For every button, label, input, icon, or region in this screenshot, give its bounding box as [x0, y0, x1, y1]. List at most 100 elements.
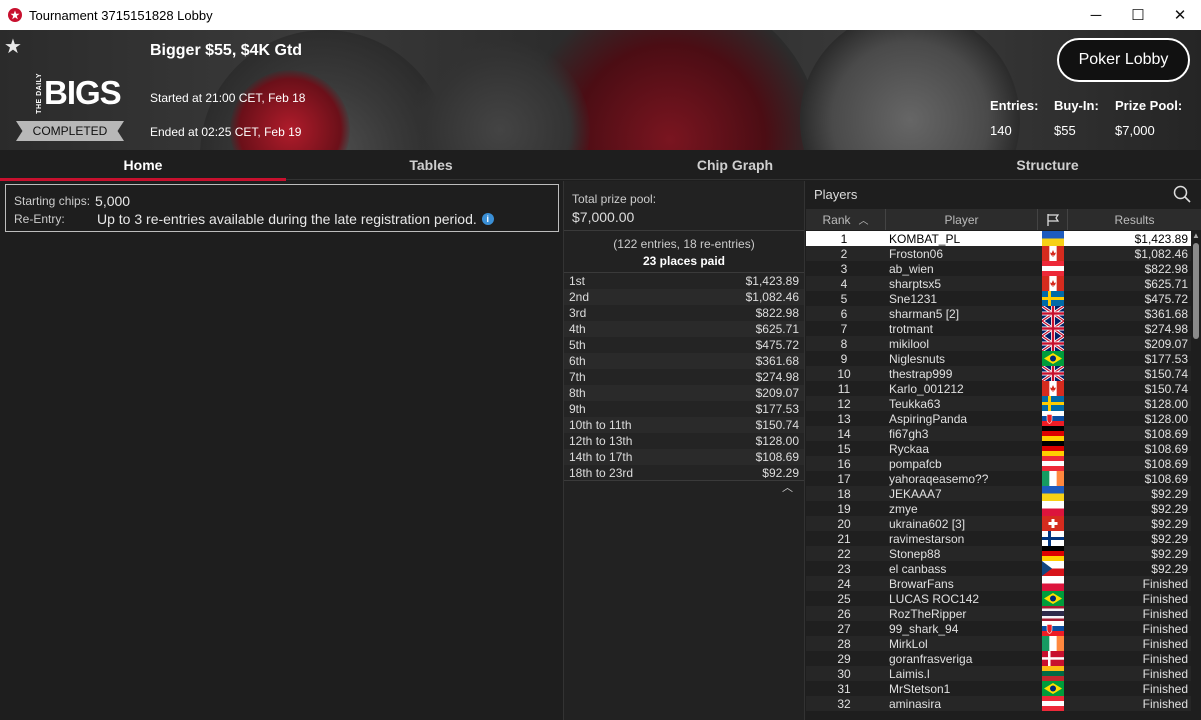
germany-flag-icon: [1040, 441, 1066, 456]
player-row[interactable]: 30 Laimis.l Finished: [806, 666, 1191, 681]
payout-place: 1st: [569, 274, 586, 288]
player-row[interactable]: 24 BrowarFans Finished: [806, 576, 1191, 591]
payout-amount: $274.98: [755, 370, 799, 384]
payout-row: 2nd $1,082.46: [564, 289, 804, 305]
player-row[interactable]: 27 99_shark_94 Finished: [806, 621, 1191, 636]
player-result: Finished: [1142, 666, 1188, 681]
payout-amount: $475.72: [755, 338, 799, 352]
starting-chips-row: Starting chips: 5,000: [14, 192, 550, 210]
player-rank: 10: [837, 366, 851, 381]
players-scrollbar[interactable]: ▲: [1191, 231, 1201, 720]
player-row[interactable]: 19 zmye $92.29: [806, 501, 1191, 516]
player-rank: 3: [840, 261, 848, 276]
payout-place: 18th to 23rd: [569, 466, 634, 480]
maximize-button[interactable]: ☐: [1117, 0, 1159, 30]
info-icon[interactable]: i: [481, 213, 494, 225]
payout-place: 10th to 11th: [569, 418, 632, 432]
player-row[interactable]: 23 el canbass $92.29: [806, 561, 1191, 576]
players-header: Players: [806, 181, 1201, 208]
player-name: 99_shark_94: [889, 621, 959, 636]
chevron-up-icon[interactable]: ︿: [782, 479, 793, 495]
player-row[interactable]: 20 ukraina602 [3] $92.29: [806, 516, 1191, 531]
players-list: 1 KOMBAT_PL $1,423.89 2 Froston06 $1,082.46 3 a…: [806, 231, 1191, 711]
austria-flag-icon: [1040, 261, 1066, 276]
player-row[interactable]: 13 AspiringPanda $128.00: [806, 411, 1191, 426]
payout-amount: $361.68: [755, 354, 799, 368]
player-row[interactable]: 26 RozTheRipper Finished: [806, 606, 1191, 621]
results-column-header[interactable]: Results: [1068, 209, 1201, 230]
player-row[interactable]: 7 trotmant $274.98: [806, 321, 1191, 336]
rank-column-header[interactable]: Rank ︿: [806, 209, 886, 230]
player-row[interactable]: 22 Stonep88 $92.29: [806, 546, 1191, 561]
player-row[interactable]: 2 Froston06 $1,082.46: [806, 246, 1191, 261]
entries-value: 140: [990, 123, 1012, 138]
poland-flag-icon: [1040, 501, 1066, 516]
scroll-up-icon[interactable]: ▲: [1192, 231, 1200, 240]
player-name: pompafcb: [889, 456, 942, 471]
player-name: Karlo_001212: [889, 381, 964, 396]
slovakia-flag-icon: [1040, 411, 1066, 426]
poker-lobby-button[interactable]: Poker Lobby: [1057, 38, 1190, 82]
germany-flag-icon: [1040, 546, 1066, 561]
tournament-info-box: Starting chips: 5,000 Re-Entry: Up to 3 …: [5, 184, 559, 232]
player-row[interactable]: 1 KOMBAT_PL $1,423.89: [806, 231, 1191, 246]
player-row[interactable]: 3 ab_wien $822.98: [806, 261, 1191, 276]
prizepool-label: Prize Pool:: [1115, 98, 1183, 113]
tab-tables[interactable]: Tables: [286, 150, 576, 180]
player-result: $92.29: [1151, 561, 1188, 576]
search-icon[interactable]: [1173, 185, 1191, 203]
austria-flag-icon: [1040, 456, 1066, 471]
starting-chips-label: Starting chips:: [14, 194, 91, 208]
player-row[interactable]: 21 ravimestarson $92.29: [806, 531, 1191, 546]
thailand-flag-icon: [1040, 606, 1066, 621]
payout-row: 3rd $822.98: [564, 305, 804, 321]
tournament-header: ★ THE DAILY BIGS COMPLETED Bigger $55, $…: [0, 30, 1201, 150]
flag-column-header[interactable]: [1038, 209, 1068, 230]
player-row[interactable]: 31 MrStetson1 Finished: [806, 681, 1191, 696]
player-name: Ryckaa: [889, 441, 930, 456]
tab-home[interactable]: Home: [0, 150, 286, 181]
player-row[interactable]: 28 MirkLol Finished: [806, 636, 1191, 651]
minimize-button[interactable]: ─: [1075, 0, 1117, 30]
favorite-star-icon[interactable]: ★: [4, 34, 22, 59]
player-column-header[interactable]: Player: [886, 209, 1038, 230]
player-row[interactable]: 29 goranfrasveriga Finished: [806, 651, 1191, 666]
payout-amount: $625.71: [755, 322, 799, 336]
switzerland-flag-icon: [1040, 516, 1066, 531]
prizepool-value: $7,000: [1115, 123, 1155, 138]
payout-row: 14th to 17th $108.69: [564, 449, 804, 465]
payout-row: 10th to 11th $150.74: [564, 417, 804, 433]
payout-row: 1st $1,423.89: [564, 273, 804, 289]
player-row[interactable]: 9 Niglesnuts $177.53: [806, 351, 1191, 366]
player-rank: 20: [837, 516, 851, 531]
player-row[interactable]: 25 LUCAS ROC142 Finished: [806, 591, 1191, 606]
player-row[interactable]: 12 Teukka63 $128.00: [806, 396, 1191, 411]
player-row[interactable]: 15 Ryckaa $108.69: [806, 441, 1191, 456]
reentry-row: Re-Entry: Up to 3 re-entries available d…: [14, 210, 550, 228]
tab-structure[interactable]: Structure: [894, 150, 1201, 180]
end-time: Ended at 02:25 CET, Feb 19: [150, 125, 302, 139]
player-row[interactable]: 17 yahoraqeasemo?? $108.69: [806, 471, 1191, 486]
player-row[interactable]: 10 thestrap999 $150.74: [806, 366, 1191, 381]
tab-chip-graph[interactable]: Chip Graph: [576, 150, 894, 180]
ireland-flag-icon: [1040, 471, 1066, 486]
status-badge: COMPLETED: [16, 121, 124, 141]
player-row[interactable]: 4 sharptsx5 $625.71: [806, 276, 1191, 291]
player-row[interactable]: 18 JEKAAA7 $92.29: [806, 486, 1191, 501]
player-row[interactable]: 16 pompafcb $108.69: [806, 456, 1191, 471]
player-row[interactable]: 11 Karlo_001212 $150.74: [806, 381, 1191, 396]
player-row[interactable]: 6 sharman5 [2] $361.68: [806, 306, 1191, 321]
player-row[interactable]: 5 Sne1231 $475.72: [806, 291, 1191, 306]
player-result: $128.00: [1144, 411, 1188, 426]
player-rank: 2: [840, 246, 848, 261]
scrollbar-thumb[interactable]: [1193, 243, 1199, 339]
players-column-header: Rank ︿ Player Results: [806, 209, 1201, 230]
player-rank: 12: [837, 396, 851, 411]
payout-amount: $1,423.89: [745, 274, 799, 288]
player-row[interactable]: 14 fi67gh3 $108.69: [806, 426, 1191, 441]
player-rank: 8: [840, 336, 848, 351]
player-row[interactable]: 8 mikilool $209.07: [806, 336, 1191, 351]
close-button[interactable]: ✕: [1159, 0, 1201, 30]
player-row[interactable]: 32 aminasira Finished: [806, 696, 1191, 711]
payout-place: 6th: [569, 354, 586, 368]
